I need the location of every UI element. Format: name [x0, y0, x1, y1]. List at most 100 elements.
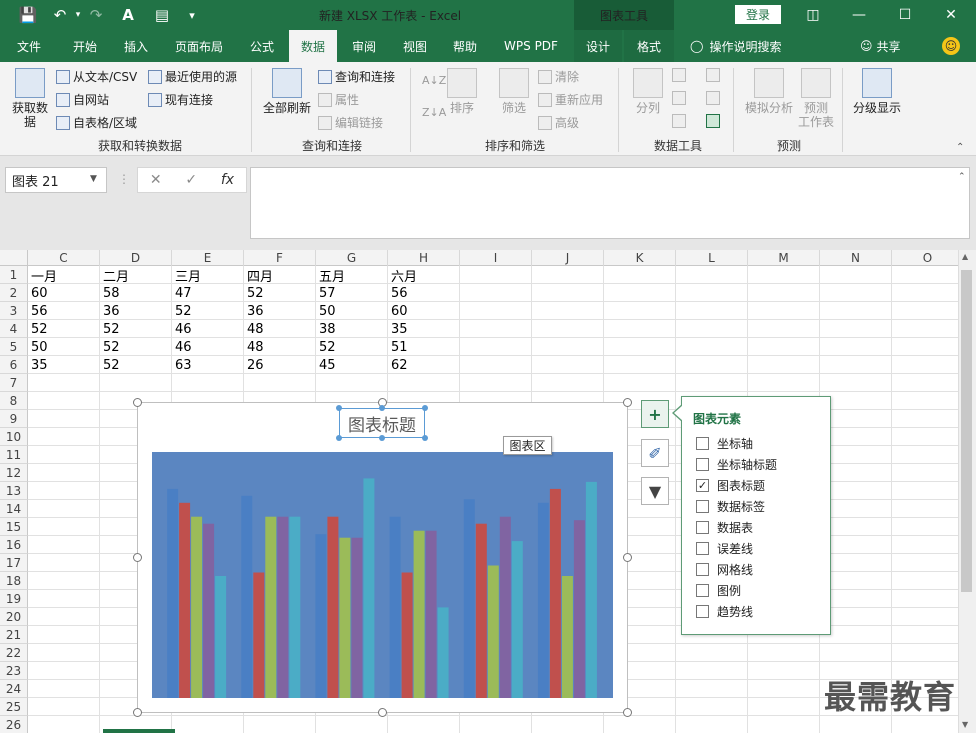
resize-handle[interactable] [133, 398, 142, 407]
from-table-button[interactable]: 自表格/区域 [56, 114, 137, 131]
chart-bar[interactable] [573, 520, 585, 698]
row-header[interactable]: 11 [0, 446, 28, 464]
data-cell[interactable]: 36 [100, 302, 172, 320]
sort-button[interactable]: 排序 [446, 68, 478, 115]
tab-home[interactable]: 开始 [60, 30, 110, 62]
chart-bar[interactable] [265, 516, 277, 698]
header-cell[interactable]: 二月 [100, 266, 172, 285]
chart-element-option[interactable]: 坐标轴标题 [696, 455, 777, 473]
chart-element-option[interactable]: 坐标轴 [696, 434, 753, 452]
row-header[interactable]: 23 [0, 662, 28, 680]
chart-bar[interactable] [315, 534, 327, 698]
chart-bar[interactable] [167, 488, 179, 698]
data-cell[interactable]: 50 [28, 338, 100, 356]
resize-handle[interactable] [378, 708, 387, 717]
chart-element-option[interactable]: 图例 [696, 581, 741, 599]
ribbon-display-icon[interactable]: ◫ [790, 0, 836, 30]
data-cell[interactable]: 36 [244, 302, 316, 320]
data-cell[interactable]: 60 [388, 302, 460, 320]
chart-filters-button[interactable]: ▼ [641, 477, 669, 505]
plot-area[interactable] [152, 452, 613, 698]
advanced-button[interactable]: 高级 [538, 114, 579, 131]
data-cell[interactable]: 50 [316, 302, 388, 320]
column-header[interactable]: M [748, 250, 820, 266]
chart-element-option[interactable]: ✓ 图表标题 [696, 476, 765, 494]
resize-handle[interactable] [133, 553, 142, 562]
tab-page-layout[interactable]: 页面布局 [166, 30, 232, 62]
header-cell[interactable]: 三月 [172, 266, 244, 285]
resize-handle[interactable] [623, 553, 632, 562]
tab-help[interactable]: 帮助 [442, 30, 488, 62]
title-handle[interactable] [336, 405, 342, 411]
resize-handle[interactable] [133, 708, 142, 717]
row-header[interactable]: 21 [0, 626, 28, 644]
consolidate-button[interactable] [706, 68, 720, 82]
checkbox[interactable] [696, 520, 709, 534]
tab-wps-pdf[interactable]: WPS PDF [494, 30, 568, 62]
select-all-corner[interactable] [0, 250, 28, 266]
name-box-dropdown-icon[interactable]: ▼ [90, 174, 97, 184]
data-validation-button[interactable] [672, 114, 686, 128]
tab-insert[interactable]: 插入 [112, 30, 160, 62]
checkbox[interactable] [696, 562, 709, 576]
chart-bar[interactable] [363, 478, 375, 698]
row-header[interactable]: 6 [0, 356, 28, 374]
title-handle[interactable] [336, 435, 342, 441]
row-header[interactable]: 20 [0, 608, 28, 626]
header-cell[interactable]: 四月 [244, 266, 316, 285]
column-header[interactable]: O [892, 250, 964, 266]
data-cell[interactable]: 35 [388, 320, 460, 338]
insert-function-icon[interactable]: fx [221, 172, 234, 188]
data-cell[interactable]: 52 [316, 338, 388, 356]
checkbox[interactable] [696, 541, 709, 555]
chart-bar[interactable] [289, 516, 301, 698]
column-header[interactable]: E [172, 250, 244, 266]
sort-za-button[interactable]: Z↓A [422, 106, 446, 119]
chart-bar[interactable] [463, 499, 475, 698]
title-handle[interactable] [422, 435, 428, 441]
tab-format[interactable]: 格式 [624, 30, 674, 62]
data-cell[interactable]: 56 [28, 302, 100, 320]
existing-connections-button[interactable]: 现有连接 [148, 91, 213, 108]
scroll-up-icon[interactable]: ▲ [962, 252, 968, 261]
flash-fill-button[interactable] [672, 68, 686, 82]
chart-bar[interactable] [215, 576, 227, 698]
chart-bar[interactable] [511, 541, 523, 698]
checkbox[interactable] [696, 436, 709, 450]
chart-element-option[interactable]: 网格线 [696, 560, 753, 578]
data-cell[interactable]: 58 [100, 284, 172, 302]
outline-button[interactable]: 分级显示 [850, 68, 904, 115]
row-header[interactable]: 1 [0, 266, 28, 284]
chart-bar[interactable] [277, 516, 289, 698]
row-header[interactable]: 7 [0, 374, 28, 392]
row-header[interactable]: 15 [0, 518, 28, 536]
what-if-analysis-button[interactable]: 模拟分析 [740, 68, 798, 115]
expand-formula-bar-icon[interactable]: ⌃ [958, 172, 966, 182]
chart-bar[interactable] [401, 572, 413, 699]
data-cell[interactable]: 35 [28, 356, 100, 374]
vertical-scroll-thumb[interactable] [961, 270, 972, 592]
chart-bar[interactable] [437, 607, 449, 698]
clear-button[interactable]: 清除 [538, 68, 579, 85]
row-header[interactable]: 8 [0, 392, 28, 410]
chart-bar[interactable] [191, 516, 203, 698]
chart-bar[interactable] [389, 516, 401, 698]
header-cell[interactable]: 一月 [28, 266, 100, 285]
chart-element-option[interactable]: 误差线 [696, 539, 753, 557]
column-header[interactable]: F [244, 250, 316, 266]
data-cell[interactable]: 48 [244, 320, 316, 338]
data-cell[interactable]: 52 [100, 338, 172, 356]
data-cell[interactable]: 63 [172, 356, 244, 374]
title-handle[interactable] [379, 435, 385, 441]
minimize-icon[interactable]: — [836, 0, 882, 30]
data-cell[interactable]: 52 [28, 320, 100, 338]
chart-bar[interactable] [549, 488, 561, 698]
column-header[interactable]: I [460, 250, 532, 266]
row-header[interactable]: 2 [0, 284, 28, 302]
tab-data[interactable]: 数据 [289, 30, 337, 62]
reapply-button[interactable]: 重新应用 [538, 91, 603, 108]
data-cell[interactable]: 47 [172, 284, 244, 302]
header-cell[interactable]: 五月 [316, 266, 388, 285]
checkbox[interactable]: ✓ [696, 478, 709, 492]
chart-bar[interactable] [203, 523, 215, 698]
